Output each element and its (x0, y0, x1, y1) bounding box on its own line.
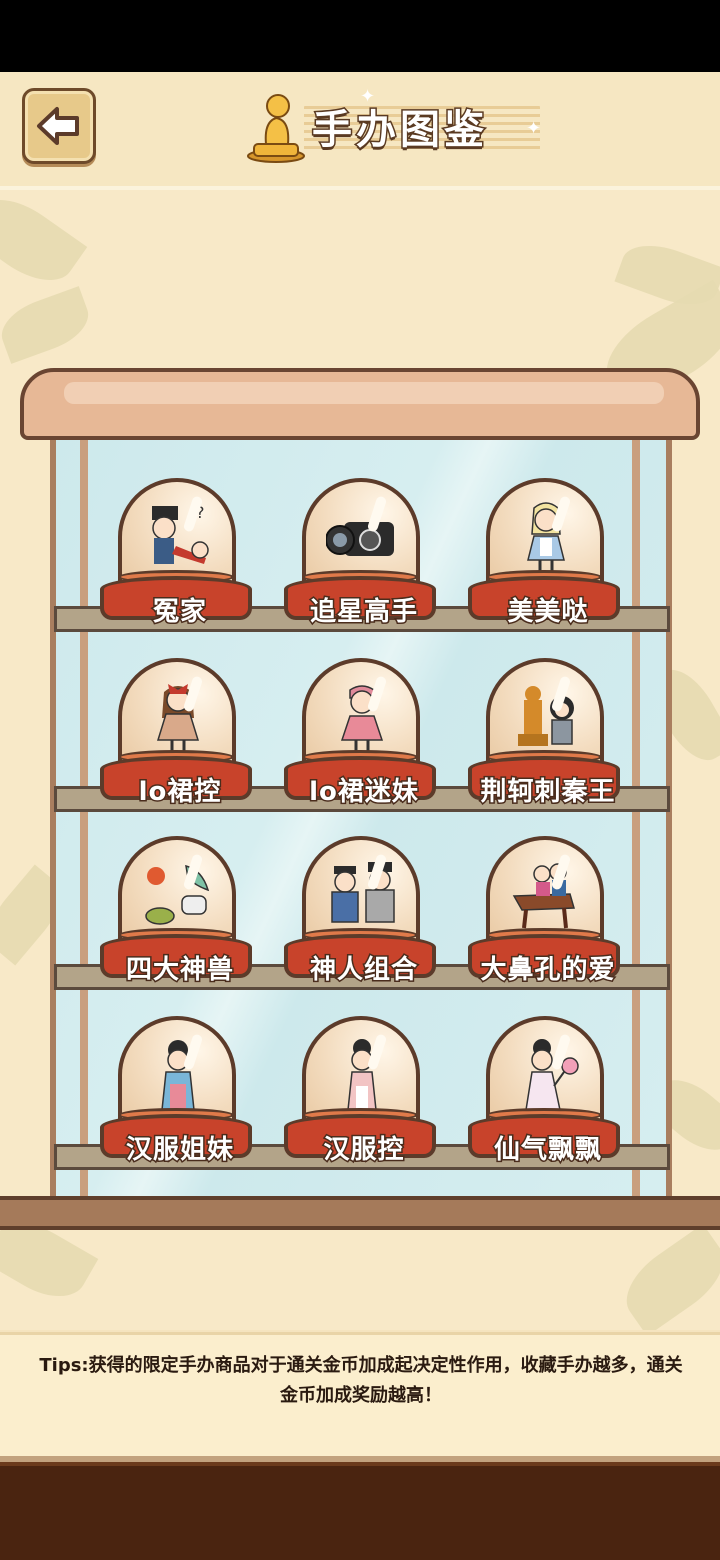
figure-label: 仙气飘飘 (492, 1134, 602, 1167)
figure-item[interactable]: 神人组合 (284, 836, 444, 996)
four-beasts-figure-icon (145, 864, 210, 925)
figure-item[interactable]: 荆轲刺秦王 (468, 658, 628, 818)
alice-figure-icon (527, 502, 565, 572)
figure-label: 荆轲刺秦王 (479, 776, 616, 809)
assassin-figure-icon (518, 686, 574, 746)
leaf-decoration (612, 1223, 720, 1330)
hanfu-blue-figure-icon (161, 1040, 195, 1111)
tips-text: Tips:获得的限定手办商品对于通关金币加成起决定性作用，收藏手办越多，通关金币… (39, 1355, 683, 1406)
sparkle-icon: ✦ (360, 86, 376, 107)
page-title-group: 手办图鉴 ✦ ✦ (246, 86, 556, 166)
cabinet-post (632, 440, 640, 1200)
figure-label: 汉服控 (322, 1134, 405, 1167)
tips-panel: Tips:获得的限定手办商品对于通关金币加成起决定性作用，收藏手办越多，通关金币… (0, 1332, 720, 1459)
figure-label: lo裙迷妹 (308, 776, 420, 809)
lolita-pink-figure-icon (340, 685, 384, 752)
fairy-figure-icon (525, 1039, 579, 1111)
figure-item[interactable]: lo裙控 (100, 658, 260, 818)
cabinet-post (80, 440, 88, 1200)
cabinet-base (0, 1196, 720, 1230)
golden-figurine-icon (247, 94, 305, 163)
page-title: 手办图鉴 (311, 106, 488, 155)
figure-label: lo裙控 (137, 776, 222, 809)
figure-label: 冤家 (151, 596, 207, 629)
figure-item[interactable]: 汉服控 (284, 1016, 444, 1176)
figure-label: 追星高手 (308, 596, 418, 629)
figure-label: 大鼻孔的爱 (479, 954, 616, 987)
figure-item[interactable]: 追星高手 (284, 478, 444, 638)
back-arrow-icon (37, 107, 79, 145)
hanfu-pink-figure-icon (347, 1039, 377, 1111)
figure-label: 美美哒 (506, 596, 589, 629)
figure-label: 汉服姐妹 (124, 1134, 234, 1167)
figure-item[interactable]: 美美哒 (468, 478, 628, 638)
figure-item[interactable]: 仙气飘飘 (468, 1016, 628, 1176)
figure-item[interactable]: 大鼻孔的爱 (468, 836, 628, 996)
lolita-red-figure-icon (156, 684, 200, 752)
figure-item[interactable]: ? 冤家 (100, 478, 260, 638)
figure-item[interactable]: lo裙迷妹 (284, 658, 444, 818)
two-officials-figure-icon (331, 862, 395, 923)
back-button[interactable] (22, 88, 96, 164)
header: 手办图鉴 ✦ ✦ (0, 72, 720, 190)
sparkle-icon: ✦ (526, 118, 542, 139)
camera-figure-icon (326, 522, 394, 556)
figure-item[interactable]: 四大神兽 (100, 836, 260, 996)
leaf-decoration (0, 190, 88, 297)
horse-riders-figure-icon (512, 863, 575, 929)
figure-item[interactable]: 汉服姐妹 (100, 1016, 260, 1176)
cabinet-roof (20, 368, 700, 440)
couple-figure-icon: ? (152, 503, 209, 564)
leaf-decoration (0, 286, 96, 364)
figure-label: 四大神兽 (124, 954, 234, 987)
footer-bar (0, 1462, 720, 1560)
figure-label: 神人组合 (308, 954, 418, 987)
status-bar (0, 0, 720, 72)
display-cabinet: ? 冤家 追星高手 美美哒 lo裙控 lo裙迷妹 荆轲刺秦王 四大神兽 神人组合… (0, 368, 720, 1230)
